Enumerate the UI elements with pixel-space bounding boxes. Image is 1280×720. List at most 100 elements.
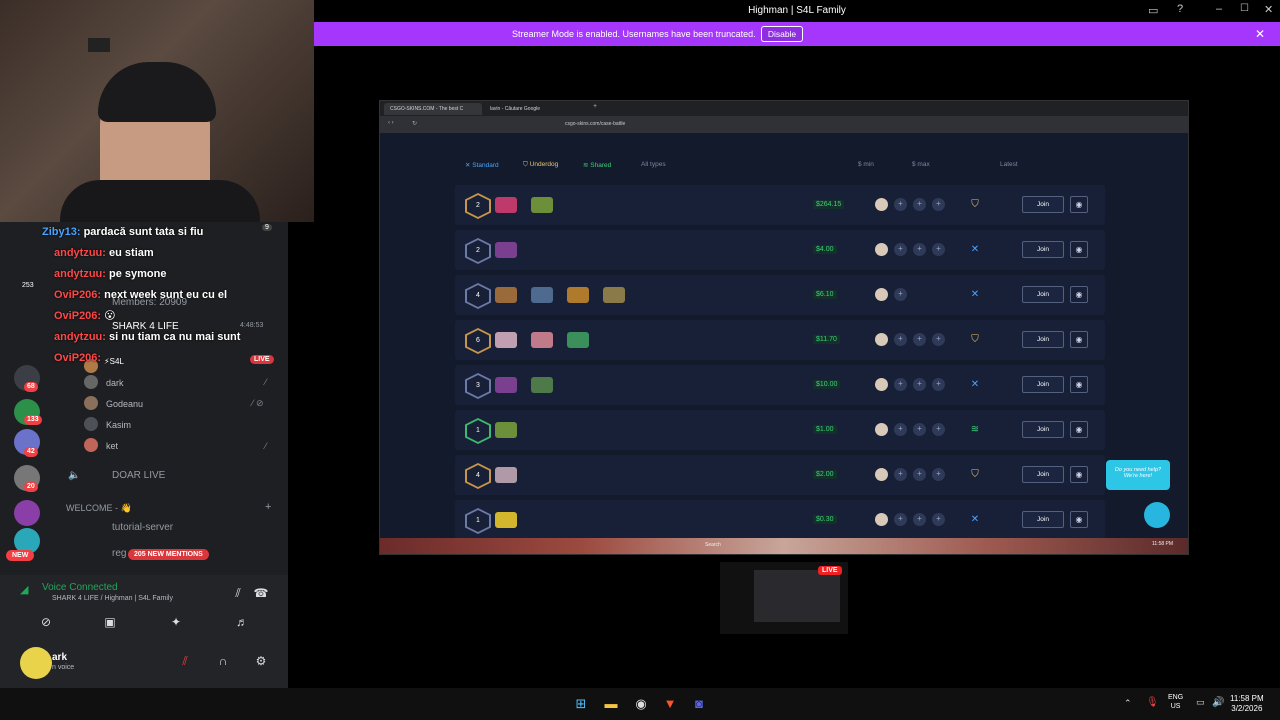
type-select[interactable]: All types bbox=[641, 161, 666, 168]
watch-eye-icon[interactable]: ◉ bbox=[1070, 511, 1088, 528]
empty-slot-add-icon[interactable]: + bbox=[894, 333, 907, 346]
disable-button[interactable]: Disable bbox=[761, 26, 803, 42]
add-channel-icon[interactable]: + bbox=[265, 501, 271, 513]
empty-slot-add-icon[interactable]: + bbox=[932, 423, 945, 436]
activities-icon[interactable]: ✦ bbox=[166, 613, 186, 631]
headphones-icon[interactable]: ∩ bbox=[213, 652, 233, 670]
empty-slot-add-icon[interactable]: + bbox=[932, 468, 945, 481]
watch-eye-icon[interactable]: ◉ bbox=[1070, 421, 1088, 438]
server-icon[interactable] bbox=[14, 500, 40, 526]
voice-location[interactable]: SHARK 4 LIFE / Highman | S4L Family bbox=[52, 595, 173, 602]
voice-user-name[interactable]: Kasim bbox=[106, 420, 131, 430]
category-welcome[interactable]: WELCOME - 👋 bbox=[66, 503, 132, 514]
volume-icon[interactable]: 🔊 bbox=[1212, 697, 1224, 708]
filter-standard[interactable]: ✕ Standard bbox=[465, 161, 499, 169]
voice-user-name[interactable]: ket bbox=[106, 441, 118, 451]
maximize-icon[interactable]: ☐ bbox=[1240, 3, 1249, 14]
empty-slot-add-icon[interactable]: + bbox=[932, 243, 945, 256]
mic-icon[interactable]: 🎙 bbox=[1146, 697, 1159, 708]
chat-message: OviP206: bbox=[54, 352, 102, 364]
battle-price: $264.15 bbox=[813, 200, 845, 209]
empty-slot-add-icon[interactable]: + bbox=[913, 423, 926, 436]
chevron-up-icon[interactable]: ⌃ bbox=[1124, 698, 1132, 709]
gear-icon[interactable]: ⚙ bbox=[251, 652, 271, 670]
display-icon[interactable]: ▭ bbox=[1196, 697, 1205, 708]
noise-suppression-icon[interactable]: ⫽ bbox=[228, 584, 248, 602]
empty-slot-add-icon[interactable]: + bbox=[913, 378, 926, 391]
voice-user-name[interactable]: dark bbox=[106, 378, 124, 388]
start-icon[interactable]: ⊞ bbox=[572, 695, 590, 713]
channel-reg[interactable]: reg bbox=[112, 548, 126, 559]
join-button[interactable]: Join bbox=[1022, 376, 1064, 393]
help-widget[interactable]: Do you need help? We're here! bbox=[1106, 460, 1170, 490]
watch-eye-icon[interactable]: ◉ bbox=[1070, 466, 1088, 483]
watch-eye-icon[interactable]: ◉ bbox=[1070, 286, 1088, 303]
mentions-badge[interactable]: 205 NEW MENTIONS bbox=[128, 549, 209, 560]
back-icon[interactable]: ‹ › bbox=[388, 120, 394, 126]
max-price-input[interactable]: $ max bbox=[912, 161, 930, 168]
voice-user-name[interactable]: Godeanu bbox=[106, 399, 143, 409]
watch-eye-icon[interactable]: ◉ bbox=[1070, 196, 1088, 213]
browser-tab[interactable]: lavin - Căutare Google bbox=[484, 103, 584, 115]
empty-slot-add-icon[interactable]: + bbox=[894, 243, 907, 256]
soundboard-icon[interactable]: ♬ bbox=[232, 613, 252, 631]
channel-tutorial[interactable]: tutorial-server bbox=[112, 522, 173, 533]
empty-slot-add-icon[interactable]: + bbox=[932, 198, 945, 211]
join-button[interactable]: Join bbox=[1022, 286, 1064, 303]
brave-icon[interactable]: ▼ bbox=[661, 695, 679, 713]
empty-slot-add-icon[interactable]: + bbox=[894, 198, 907, 211]
watch-eye-icon[interactable]: ◉ bbox=[1070, 376, 1088, 393]
empty-slot-add-icon[interactable]: + bbox=[913, 513, 926, 526]
join-button[interactable]: Join bbox=[1022, 511, 1064, 528]
empty-slot-add-icon[interactable]: + bbox=[894, 378, 907, 391]
join-button[interactable]: Join bbox=[1022, 196, 1064, 213]
filter-underdog[interactable]: ⛉ Underdog bbox=[523, 161, 558, 169]
join-button[interactable]: Join bbox=[1022, 421, 1064, 438]
watch-eye-icon[interactable]: ◉ bbox=[1070, 331, 1088, 348]
obs-icon[interactable]: ◉ bbox=[632, 695, 650, 713]
sort-select[interactable]: Latest bbox=[1000, 161, 1018, 168]
disconnect-icon[interactable]: ☎ bbox=[251, 584, 271, 602]
video-off-icon[interactable]: ⊘ bbox=[36, 613, 56, 631]
battle-row: 1 $0.30 + + + ✕ Join ◉ bbox=[455, 500, 1105, 540]
empty-slot-add-icon[interactable]: + bbox=[932, 333, 945, 346]
browser-tab[interactable]: CSGO-SKINS.COM - The best C bbox=[384, 103, 482, 115]
empty-slot-add-icon[interactable]: + bbox=[913, 468, 926, 481]
minimize-icon[interactable]: – bbox=[1216, 3, 1222, 15]
filter-shared[interactable]: ≋ Shared bbox=[583, 161, 611, 169]
url-text[interactable]: csgo-skins.com/case-battle bbox=[565, 121, 625, 127]
empty-slot-add-icon[interactable]: + bbox=[932, 378, 945, 391]
close-icon[interactable]: ✕ bbox=[1255, 27, 1265, 41]
system-clock[interactable]: 11:58 PM 3/2/2026 bbox=[1230, 694, 1264, 714]
watch-eye-icon[interactable]: ◉ bbox=[1070, 241, 1088, 258]
stream-preview[interactable]: LIVE bbox=[720, 562, 848, 634]
empty-slot-add-icon[interactable]: + bbox=[894, 513, 907, 526]
close-icon[interactable]: ✕ bbox=[1264, 3, 1273, 16]
discord-icon[interactable]: ◙ bbox=[690, 695, 708, 713]
channel-doar-live[interactable]: DOAR LIVE bbox=[112, 470, 165, 481]
help-icon[interactable]: ? bbox=[1177, 3, 1183, 15]
empty-slot-add-icon[interactable]: + bbox=[894, 288, 907, 301]
player-count-hex: 1 bbox=[465, 508, 491, 534]
min-price-input[interactable]: $ min bbox=[858, 161, 874, 168]
join-button[interactable]: Join bbox=[1022, 241, 1064, 258]
voice-connected-label[interactable]: Voice Connected bbox=[42, 582, 118, 593]
empty-slot-add-icon[interactable]: + bbox=[932, 513, 945, 526]
empty-slot-add-icon[interactable]: + bbox=[913, 243, 926, 256]
language-indicator[interactable]: ENG US bbox=[1168, 693, 1183, 711]
screen-share-icon[interactable]: ▣ bbox=[100, 613, 120, 631]
new-tab-icon[interactable]: + bbox=[593, 103, 597, 110]
inbox-icon[interactable]: ▭ bbox=[1148, 4, 1158, 17]
join-button[interactable]: Join bbox=[1022, 466, 1064, 483]
support-chat-icon[interactable] bbox=[1144, 502, 1170, 528]
join-button[interactable]: Join bbox=[1022, 331, 1064, 348]
live-user-name[interactable]: ⚡S4L bbox=[104, 357, 124, 366]
empty-slot-add-icon[interactable]: + bbox=[894, 468, 907, 481]
reload-icon[interactable]: ↻ bbox=[412, 120, 417, 127]
self-avatar[interactable] bbox=[20, 647, 52, 679]
empty-slot-add-icon[interactable]: + bbox=[913, 333, 926, 346]
empty-slot-add-icon[interactable]: + bbox=[913, 198, 926, 211]
empty-slot-add-icon[interactable]: + bbox=[894, 423, 907, 436]
folder-icon[interactable]: ▬ bbox=[602, 695, 620, 713]
mic-muted-icon[interactable]: ⫽ bbox=[175, 652, 195, 670]
